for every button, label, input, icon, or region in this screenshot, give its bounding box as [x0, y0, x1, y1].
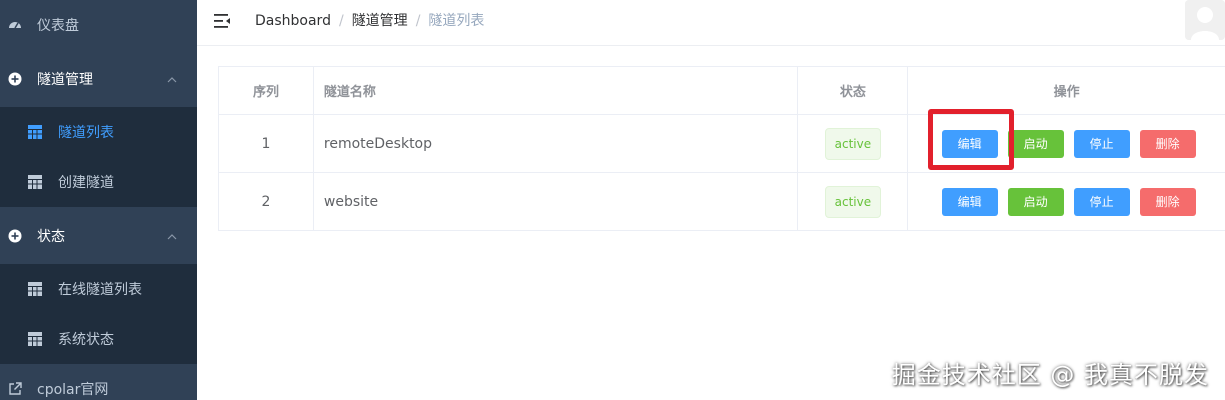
- sidebar-item-tunnel-list[interactable]: 隧道列表: [0, 107, 197, 157]
- menu-item-dashboard-label: 仪表盘: [37, 18, 79, 34]
- navbar: Dashboard / 隧道管理 / 隧道列表: [197, 0, 1225, 46]
- sidebar-item-label: 在线隧道列表: [58, 282, 142, 298]
- menu-group-tunnel-management[interactable]: 隧道管理: [0, 50, 197, 107]
- table-header: 序列 隧道名称 状态 操作: [219, 67, 1225, 115]
- submenu-status: 在线隧道列表 系统状态: [0, 264, 197, 364]
- cell-index: 2: [219, 173, 314, 230]
- breadcrumb-dashboard[interactable]: Dashboard: [255, 13, 331, 29]
- hamburger-icon[interactable]: [213, 12, 231, 30]
- table-row: 1 remoteDesktop active 编辑 启动 停止 删除: [219, 115, 1225, 173]
- menu-item-cpolar-site[interactable]: cpolar官网: [0, 364, 197, 400]
- column-header-index: 序列: [219, 67, 314, 114]
- sidebar-item-online-tunnels[interactable]: 在线隧道列表: [0, 264, 197, 314]
- chevron-up-icon: [167, 71, 177, 87]
- table-row: 2 website active 编辑 启动 停止 删除: [219, 173, 1225, 230]
- edit-button[interactable]: 编辑: [941, 187, 998, 216]
- menu-group-label: 隧道管理: [37, 71, 93, 88]
- user-avatar-icon: [1185, 0, 1225, 40]
- sidebar-item-label: 创建隧道: [58, 175, 114, 191]
- cell-status: active: [798, 115, 909, 172]
- breadcrumb: Dashboard / 隧道管理 / 隧道列表: [255, 12, 484, 30]
- external-link-icon: [8, 382, 22, 396]
- submenu-tunnel-management: 隧道列表 创建隧道: [0, 107, 197, 207]
- breadcrumb-current: 隧道列表: [428, 13, 485, 29]
- breadcrumb-tunnel-management[interactable]: 隧道管理: [352, 13, 408, 29]
- watermark: 掘金技术社区 @ 我真不脱发: [891, 361, 1209, 389]
- sidebar-item-system-status[interactable]: 系统状态: [0, 314, 197, 364]
- chevron-up-icon: [167, 228, 177, 244]
- menu-group-label: 状态: [37, 228, 65, 245]
- grid-icon: [28, 125, 42, 139]
- cell-tunnel-name: website: [314, 173, 799, 230]
- status-badge: active: [824, 127, 882, 160]
- sidebar-item-create-tunnel[interactable]: 创建隧道: [0, 157, 197, 207]
- start-button[interactable]: 启动: [1007, 187, 1064, 216]
- cell-index: 1: [219, 115, 314, 172]
- delete-button[interactable]: 删除: [1139, 187, 1196, 216]
- stop-button[interactable]: 停止: [1073, 187, 1130, 216]
- status-badge: active: [824, 185, 882, 218]
- column-header-status: 状态: [798, 67, 909, 114]
- breadcrumb-separator: /: [338, 13, 344, 29]
- edit-button-highlight: [928, 109, 1014, 170]
- dashboard-icon: [8, 18, 22, 32]
- circle-plus-icon: [8, 229, 22, 243]
- delete-button[interactable]: 删除: [1139, 129, 1196, 158]
- sidebar: 仪表盘 隧道管理 隧道列表 创建隧道 状态 在线隧道列表 系统状态 cpolar…: [0, 0, 197, 400]
- column-header-name: 隧道名称: [314, 67, 799, 114]
- circle-plus-icon: [8, 72, 22, 86]
- cell-tunnel-name: remoteDesktop: [314, 115, 799, 172]
- cell-status: active: [798, 173, 909, 230]
- tunnel-table: 序列 隧道名称 状态 操作 1 remoteDesktop active 编辑 …: [218, 66, 1225, 231]
- menu-group-status[interactable]: 状态: [0, 207, 197, 264]
- avatar[interactable]: [1185, 0, 1225, 40]
- menu-item-label: cpolar官网: [37, 382, 109, 398]
- sidebar-item-label: 系统状态: [58, 332, 114, 348]
- breadcrumb-separator: /: [415, 13, 421, 29]
- menu-item-dashboard[interactable]: 仪表盘: [0, 0, 197, 50]
- column-header-actions: 操作: [1053, 85, 1080, 100]
- grid-icon: [28, 332, 42, 346]
- grid-icon: [28, 175, 42, 189]
- sidebar-item-label: 隧道列表: [58, 125, 114, 141]
- start-button[interactable]: 启动: [1007, 129, 1064, 158]
- stop-button[interactable]: 停止: [1073, 129, 1130, 158]
- grid-icon: [28, 282, 42, 296]
- cell-actions: 编辑 启动 停止 删除: [908, 173, 1225, 230]
